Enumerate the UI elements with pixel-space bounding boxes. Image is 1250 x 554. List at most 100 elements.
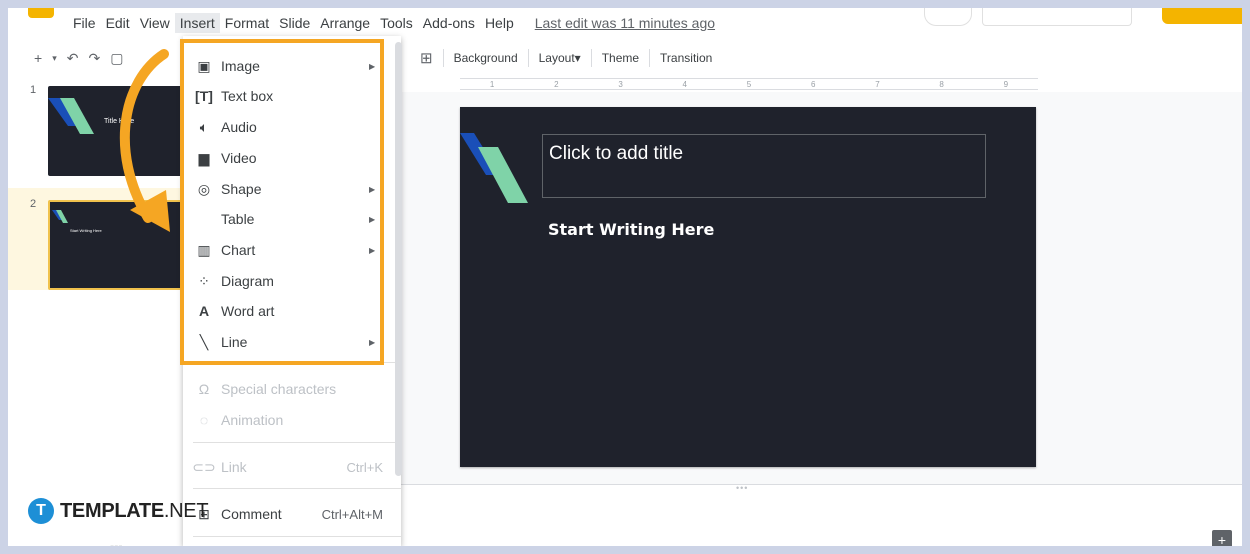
menu-format[interactable]: Format: [220, 13, 274, 33]
app-frame: File Edit View Insert Format Slide Arran…: [8, 8, 1242, 546]
menu-item-link[interactable]: ⊂⊃ Link Ctrl+K: [183, 452, 401, 482]
menu-item-table[interactable]: Table ▶: [183, 204, 401, 234]
toolbar-right: ⊞ Background Layout▾ Theme Transition: [420, 44, 722, 72]
menu-item-shape[interactable]: ◎ Shape ▶: [183, 174, 401, 204]
account-area[interactable]: [982, 8, 1132, 26]
slides-logo-icon[interactable]: [28, 8, 54, 18]
menu-insert[interactable]: Insert: [174, 13, 220, 33]
slide-subtitle[interactable]: Start Writing Here: [548, 220, 714, 239]
omega-icon: Ω: [198, 381, 210, 397]
slide-accent-graphic: [460, 133, 528, 203]
present-pill[interactable]: [924, 8, 972, 26]
menu-item-chart[interactable]: ▥ Chart ▶: [183, 235, 401, 265]
submenu-arrow-icon: ▶: [369, 337, 376, 347]
menu-item-label: Table: [221, 211, 255, 227]
menu-add-ons[interactable]: Add-ons: [418, 13, 480, 33]
diagram-icon: ⁘: [198, 272, 210, 289]
menu-file[interactable]: File: [68, 13, 101, 33]
menu-item-animation[interactable]: ◌ Animation: [183, 405, 401, 435]
annotation-arrow-icon: [119, 49, 170, 232]
menu-item-line[interactable]: ╲ Line ▶: [183, 327, 401, 357]
menu-divider: [193, 488, 401, 489]
menu-item-label: Word art: [221, 303, 275, 319]
video-icon: ▆: [198, 149, 210, 166]
thumb-accent-graphic: [52, 210, 68, 223]
line-icon: ╲: [199, 333, 209, 350]
chart-icon: ▥: [197, 241, 211, 258]
menu-item-label: Special characters: [221, 381, 337, 397]
transition-button[interactable]: Transition: [649, 49, 722, 67]
shape-icon: ◎: [197, 180, 211, 197]
slide-number: 2: [30, 198, 37, 210]
plus-icon[interactable]: +: [34, 46, 42, 70]
menu-edit[interactable]: Edit: [101, 13, 135, 33]
template-net-watermark: T TEMPLATE.NET: [28, 498, 209, 524]
ruler-tick: 3: [618, 79, 623, 89]
menu-item-label: Chart: [221, 242, 256, 258]
insert-menu: ▣ Image ▶ [T] Text box 🔈︎ Audio ▆ Video …: [183, 36, 401, 546]
slide-number: 1: [30, 84, 37, 96]
menu-item-label: Link: [221, 459, 247, 475]
menu-divider: [193, 442, 401, 443]
background-button[interactable]: Background: [442, 49, 528, 67]
menu-help[interactable]: Help: [480, 13, 519, 33]
submenu-arrow-icon: ▶: [369, 61, 376, 71]
ruler-tick: 2: [554, 79, 559, 89]
explore-button[interactable]: +: [1212, 530, 1232, 546]
menu-item-label: Line: [221, 334, 248, 350]
ruler-tick: 5: [746, 79, 752, 89]
animation-icon: ◌: [199, 412, 209, 428]
submenu-arrow-icon: ▶: [369, 184, 376, 194]
watermark-text: TEMPLATE.NET: [60, 499, 209, 523]
menu-tools[interactable]: Tools: [375, 13, 418, 33]
watermark-brand: TEMPLATE: [60, 499, 164, 522]
menu-bar: File Edit View Insert Format Slide Arran…: [68, 13, 715, 33]
layout-button[interactable]: Layout▾: [527, 49, 591, 67]
menu-item-word-art[interactable]: A Word art: [183, 296, 401, 326]
ruler-tick: 8: [939, 79, 944, 89]
menu-item-special-characters[interactable]: Ω Special characters: [183, 374, 401, 404]
ruler-tick: 9: [1003, 79, 1009, 89]
theme-button[interactable]: Theme: [590, 49, 649, 67]
menu-item-label: Animation: [221, 412, 284, 428]
submenu-arrow-icon: ▶: [369, 214, 376, 224]
link-icon: ⊂⊃: [192, 458, 216, 475]
ruler-tick: 4: [682, 79, 687, 89]
title-placeholder[interactable]: Click to add title: [542, 134, 986, 198]
audio-icon: 🔈︎: [199, 118, 209, 135]
menu-item-label: Diagram: [221, 273, 274, 289]
image-icon: ▣: [197, 57, 211, 74]
menu-item-label: Video: [221, 150, 257, 166]
speaker-notes-divider[interactable]: •••: [398, 483, 1242, 493]
menu-item-audio[interactable]: 🔈︎ Audio: [183, 112, 401, 142]
share-button[interactable]: [1162, 8, 1242, 24]
undo-icon[interactable]: ↶: [67, 46, 79, 70]
add-comment-icon[interactable]: ⊞: [420, 46, 433, 70]
text-box-icon: [T]: [195, 88, 213, 104]
menu-scrollbar[interactable]: [395, 42, 402, 476]
menu-slide[interactable]: Slide: [274, 13, 315, 33]
chevron-down-icon[interactable]: ▾: [52, 46, 57, 70]
ruler-tick: 7: [875, 79, 880, 89]
drag-handle-icon[interactable]: •••: [736, 483, 748, 493]
menu-item-shortcut: Ctrl+Alt+M: [321, 506, 383, 522]
menu-item-comment[interactable]: ⊞ Comment Ctrl+Alt+M: [183, 499, 401, 529]
menu-item-label: Comment: [221, 506, 282, 522]
menu-item-image[interactable]: ▣ Image ▶: [183, 51, 401, 81]
menu-view[interactable]: View: [135, 13, 175, 33]
grid-view-icon[interactable]: ▬ ▪▪▪: [48, 540, 123, 546]
menu-item-video[interactable]: ▆ Video: [183, 143, 401, 173]
menu-item-label: Text box: [221, 88, 274, 104]
menu-item-text-box[interactable]: [T] Text box: [183, 81, 401, 111]
watermark-suffix: .NET: [163, 499, 209, 522]
title-placeholder-text: Click to add title: [549, 143, 684, 164]
menu-item-diagram[interactable]: ⁘ Diagram: [183, 266, 401, 296]
slide-canvas[interactable]: Click to add title Start Writing Here: [460, 107, 1036, 467]
horizontal-ruler[interactable]: 1 2 3 4 5 6 7 8 9: [460, 78, 1038, 90]
last-edit-link[interactable]: Last edit was 11 minutes ago: [535, 15, 715, 31]
menu-item-shortcut: Ctrl+K: [346, 459, 383, 475]
ruler-tick: 1: [489, 79, 495, 89]
menu-arrange[interactable]: Arrange: [315, 13, 375, 33]
submenu-arrow-icon: ▶: [369, 245, 376, 255]
template-net-logo-icon: T: [28, 498, 54, 524]
